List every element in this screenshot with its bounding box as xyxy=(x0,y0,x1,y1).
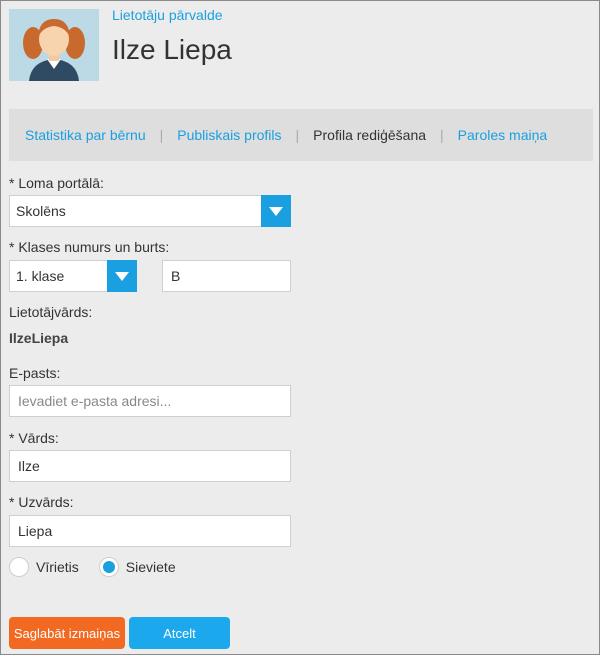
email-placeholder: Ievadiet e-pasta adresi... xyxy=(18,393,172,409)
breadcrumb[interactable]: Lietotāju pārvalde xyxy=(112,7,223,23)
chevron-down-icon[interactable] xyxy=(261,195,291,227)
role-label: * Loma portālā: xyxy=(9,175,104,191)
save-button[interactable]: Saglabāt izmaiņas xyxy=(9,617,125,649)
avatar xyxy=(9,9,99,81)
radio-selected-dot xyxy=(102,561,115,573)
first-name-value: Ilze xyxy=(18,458,40,474)
gender-male-radio[interactable] xyxy=(9,557,29,577)
tab-statistics[interactable]: Statistika par bērnu xyxy=(25,127,146,143)
cancel-button[interactable]: Atcelt xyxy=(129,617,230,649)
last-name-label: * Uzvārds: xyxy=(9,494,74,510)
tab-separator: | xyxy=(440,127,444,143)
gender-female-radio[interactable] xyxy=(98,557,119,577)
page-title: Ilze Liepa xyxy=(112,34,232,65)
first-name-label: * Vārds: xyxy=(9,430,59,446)
class-label: * Klases numurs un burts: xyxy=(9,239,170,255)
chevron-down-icon[interactable] xyxy=(107,260,137,292)
last-name-value: Liepa xyxy=(18,523,53,539)
class-number-select[interactable]: 1. klase xyxy=(9,260,137,292)
gender-male-label[interactable]: Vīrietis xyxy=(36,559,79,575)
tab-public-profile[interactable]: Publiskais profils xyxy=(177,127,281,143)
class-letter-input[interactable]: B xyxy=(162,260,291,292)
email-field[interactable]: Ievadiet e-pasta adresi... xyxy=(9,385,291,417)
role-select[interactable]: Skolēns xyxy=(9,195,291,227)
tab-bar: Statistika par bērnu | Publiskais profil… xyxy=(9,109,593,161)
class-letter-value: B xyxy=(171,268,181,284)
username-value: IlzeLiepa xyxy=(9,330,69,346)
gender-female-label[interactable]: Sieviete xyxy=(126,559,176,575)
class-number-value: 1. klase xyxy=(16,268,65,284)
tab-separator: | xyxy=(295,127,300,143)
tab-separator: | xyxy=(159,127,164,143)
role-select-value: Skolēns xyxy=(16,203,66,219)
first-name-field[interactable]: Ilze xyxy=(9,450,291,482)
user-avatar-girl-icon xyxy=(9,9,99,81)
gender-radio-group: Vīrietis Sieviete xyxy=(9,557,176,577)
tab-password-change[interactable]: Paroles maiņa xyxy=(458,127,548,143)
email-label: E-pasts: xyxy=(9,365,61,381)
username-label: Lietotājvārds: xyxy=(9,304,93,320)
page-frame: Lietotāju pārvalde Ilze Liepa Statistika… xyxy=(0,0,600,655)
tab-profile-edit[interactable]: Profila rediģēšana xyxy=(313,127,426,143)
last-name-field[interactable]: Liepa xyxy=(9,515,291,547)
